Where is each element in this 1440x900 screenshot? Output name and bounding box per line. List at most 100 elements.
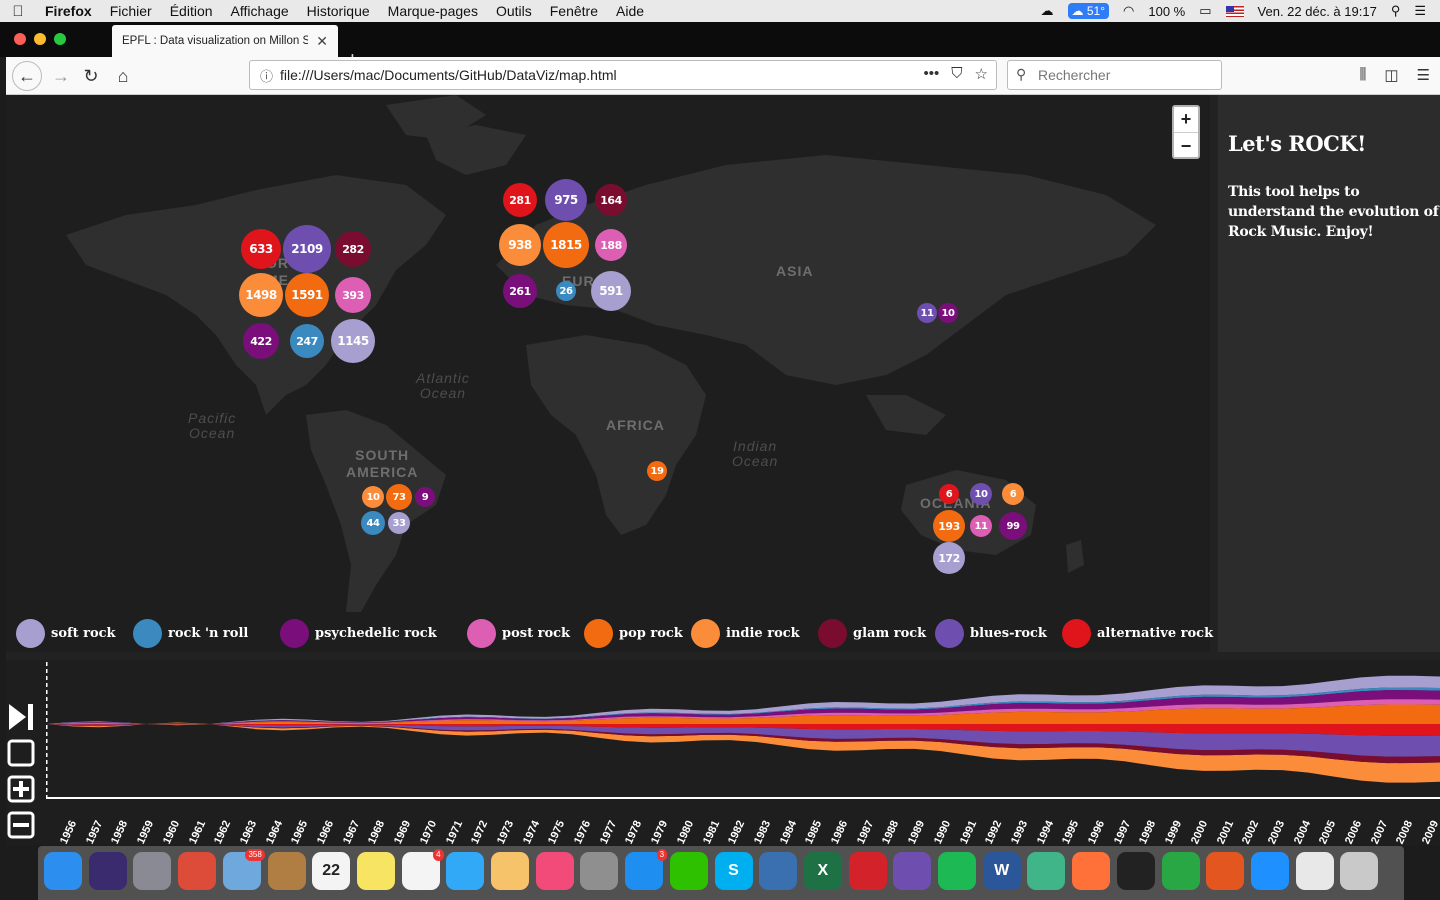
cluster-marker[interactable]: 591: [591, 271, 631, 311]
reload-icon[interactable]: ↻: [76, 61, 106, 91]
sidebar-toggle-icon[interactable]: ◫: [1384, 66, 1398, 84]
siri-icon[interactable]: [88, 852, 127, 890]
minimize-window-button[interactable]: [34, 33, 46, 45]
cluster-marker[interactable]: 6: [1002, 483, 1024, 505]
cluster-marker[interactable]: 19: [647, 461, 667, 481]
menu-aide[interactable]: Aide: [607, 3, 653, 19]
library-icon[interactable]: ⫼: [1359, 66, 1366, 84]
tab-active[interactable]: EPFL : Data visualization on Millon S ✕: [112, 25, 338, 57]
cluster-marker[interactable]: 633: [241, 229, 281, 269]
menu-fichier[interactable]: Fichier: [101, 3, 161, 19]
zoom-window-button[interactable]: [54, 33, 66, 45]
cloud-icon[interactable]: ☁: [1041, 3, 1054, 19]
flag-icon[interactable]: [1225, 5, 1244, 17]
close-tab-icon[interactable]: ✕: [316, 33, 328, 50]
notification-center-icon[interactable]: ☰: [1414, 3, 1426, 19]
legend-item[interactable]: soft rock: [16, 619, 116, 648]
weather-badge[interactable]: ☁ 51°: [1067, 3, 1110, 19]
menu-edition[interactable]: Édition: [161, 3, 222, 19]
back-icon[interactable]: ←: [12, 61, 42, 91]
home-icon[interactable]: ⌂: [108, 61, 138, 91]
cluster-marker[interactable]: 1815: [543, 222, 589, 268]
cluster-marker[interactable]: 33: [388, 512, 410, 534]
menu-app-name[interactable]: Firefox: [36, 3, 101, 19]
cluster-marker[interactable]: 73: [386, 484, 412, 510]
cluster-marker[interactable]: 11: [970, 515, 992, 537]
stop-icon[interactable]: [6, 738, 36, 768]
cluster-marker[interactable]: 393: [335, 277, 371, 313]
hamburger-menu-icon[interactable]: ☰: [1417, 66, 1430, 84]
legend-item[interactable]: blues-rock: [935, 619, 1047, 648]
launchpad-icon[interactable]: [133, 852, 172, 890]
clock[interactable]: Ven. 22 déc. à 19:17: [1258, 4, 1377, 19]
cluster-marker[interactable]: 10: [970, 483, 992, 505]
cluster-marker[interactable]: 1591: [285, 273, 329, 317]
cluster-marker[interactable]: 10: [938, 303, 958, 323]
atom-icon[interactable]: [1027, 852, 1066, 890]
acrobat-icon[interactable]: [848, 852, 887, 890]
photos-icon[interactable]: [491, 852, 529, 890]
cluster-marker[interactable]: 193: [933, 510, 965, 542]
wechat-icon[interactable]: [669, 852, 708, 890]
music-icon[interactable]: [535, 852, 574, 890]
cluster-marker[interactable]: 164: [595, 184, 627, 216]
search-input[interactable]: ⚲ Rechercher: [1007, 60, 1222, 90]
cluster-marker[interactable]: 282: [335, 231, 371, 267]
forward-icon[interactable]: →: [46, 61, 76, 91]
menu-outils[interactable]: Outils: [487, 3, 541, 19]
legend-item[interactable]: indie rock: [691, 619, 800, 648]
menu-marque-pages[interactable]: Marque-pages: [379, 3, 487, 19]
cluster-marker[interactable]: 172: [933, 542, 965, 574]
firefox-icon[interactable]: [1072, 852, 1111, 890]
outline-icon[interactable]: [759, 852, 798, 890]
messages-icon[interactable]: [446, 852, 485, 890]
safari-icon[interactable]: [1250, 852, 1289, 890]
info-icon[interactable]: ⓘ: [260, 66, 273, 85]
zoom-out-button[interactable]: −: [1174, 133, 1198, 159]
spotify-icon[interactable]: [938, 852, 976, 890]
chrome-icon[interactable]: [178, 852, 217, 890]
cluster-marker[interactable]: 9: [415, 487, 435, 507]
cluster-marker[interactable]: 188: [595, 229, 627, 261]
contacts-icon[interactable]: [267, 852, 306, 890]
cluster-marker[interactable]: 99: [999, 512, 1027, 540]
legend-item[interactable]: psychedelic rock: [280, 619, 437, 648]
menu-historique[interactable]: Historique: [298, 3, 379, 19]
legend-item[interactable]: pop rock: [584, 619, 683, 648]
legend-item[interactable]: post rock: [467, 619, 570, 648]
document-icon[interactable]: [1295, 852, 1334, 890]
cluster-marker[interactable]: 975: [545, 179, 587, 221]
system-preferences-icon[interactable]: [580, 852, 619, 890]
menu-fenetre[interactable]: Fenêtre: [541, 3, 607, 19]
cluster-marker[interactable]: 26: [556, 281, 576, 301]
legend-item[interactable]: alternative rock: [1062, 619, 1213, 648]
url-bar[interactable]: ⓘ file:///Users/mac/Documents/GitHub/Dat…: [249, 60, 997, 90]
activity-icon[interactable]: [1161, 852, 1200, 890]
menu-affichage[interactable]: Affichage: [222, 3, 298, 19]
cluster-marker[interactable]: 938: [499, 224, 541, 266]
calendar-icon[interactable]: 22: [312, 852, 351, 890]
skype-icon[interactable]: S: [714, 852, 753, 890]
pocket-icon[interactable]: ⛉: [951, 65, 962, 83]
cluster-marker[interactable]: 2109: [283, 225, 331, 273]
wifi-icon[interactable]: ◠: [1123, 3, 1134, 19]
cluster-marker[interactable]: 44: [361, 511, 385, 535]
cluster-marker[interactable]: 247: [290, 324, 324, 358]
legend-item[interactable]: glam rock: [818, 619, 926, 648]
zoom-in-button[interactable]: +: [1174, 107, 1198, 133]
spotlight-icon[interactable]: ⚲: [1391, 3, 1401, 19]
excel-icon[interactable]: X: [803, 852, 842, 890]
reminders-icon[interactable]: 4: [401, 849, 444, 890]
app-store-icon[interactable]: 3: [625, 849, 668, 890]
cluster-marker[interactable]: 261: [503, 274, 537, 308]
cluster-marker[interactable]: 281: [503, 183, 537, 217]
cluster-marker[interactable]: 422: [243, 323, 279, 359]
cluster-marker[interactable]: 6: [939, 484, 959, 504]
close-window-button[interactable]: [14, 33, 26, 45]
cluster-marker[interactable]: 11: [917, 303, 937, 323]
zoom-in-timeline-icon[interactable]: [6, 774, 36, 804]
cluster-marker[interactable]: 10: [362, 486, 384, 508]
world-map[interactable]: ASIA AFRICA SOUTH AMERICA OCEANIA OR ME …: [6, 95, 1210, 612]
legend-item[interactable]: rock 'n roll: [133, 619, 248, 648]
bookmark-star-icon[interactable]: ☆: [975, 65, 988, 83]
